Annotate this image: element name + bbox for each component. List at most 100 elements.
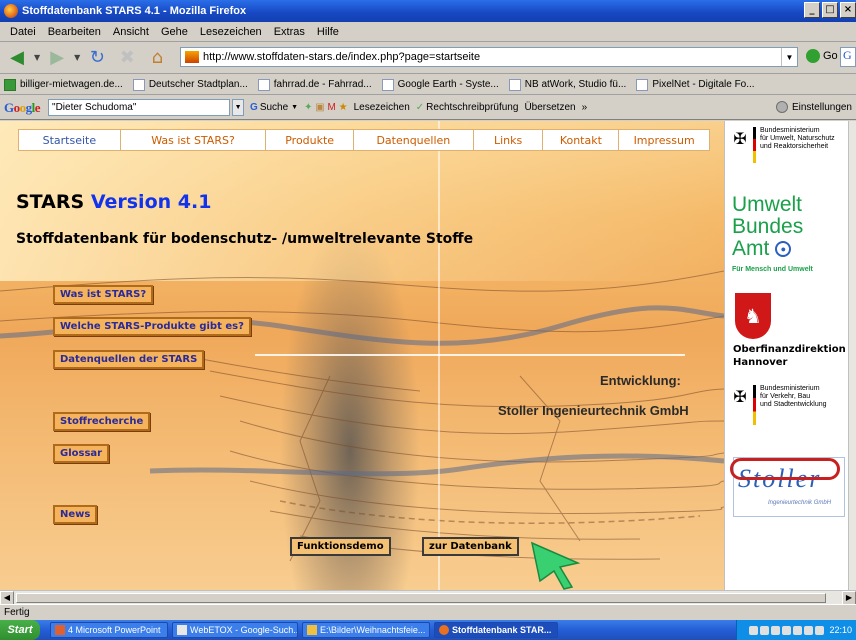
bookmark-label: billiger-mietwagen.de... xyxy=(20,79,123,90)
toolbar-overflow-button[interactable]: » xyxy=(582,102,588,113)
settings-icon xyxy=(775,101,788,113)
start-button[interactable]: Start xyxy=(0,620,40,640)
google-search-label: Suche xyxy=(259,102,289,113)
google-settings-button[interactable]: Einstellungen xyxy=(775,101,852,113)
bookmark-icon xyxy=(381,78,394,91)
uba-line-amt-row: Amt ● xyxy=(732,238,803,260)
entwicklung-label: Entwicklung: xyxy=(600,373,681,388)
stoffrecherche-button[interactable]: Stoffrecherche xyxy=(53,412,151,431)
tray-icon[interactable] xyxy=(760,625,770,635)
scroll-thumb[interactable] xyxy=(16,593,826,603)
forward-dropdown-icon[interactable]: ▼ xyxy=(74,53,80,62)
translate-button[interactable]: Übersetzen xyxy=(524,102,575,113)
bookmark-item[interactable]: Deutscher Stadtplan... xyxy=(132,78,248,91)
minimize-button[interactable]: _ xyxy=(804,2,820,18)
taskbar-item-label: E:\Bilder\Weihnachtsfeie... xyxy=(320,625,426,635)
ofd-line: Oberfinanzdirektion xyxy=(733,344,846,355)
folder-icon xyxy=(307,625,317,635)
bookmark-item[interactable]: billiger-mietwagen.de... xyxy=(4,78,123,91)
horizontal-scrollbar[interactable]: ◀ ▶ xyxy=(0,590,856,605)
tab-startseite[interactable]: Startseite xyxy=(19,130,121,150)
sponsor-logos: ✠ Bundesministerium für Umwelt, Natursch… xyxy=(724,121,848,590)
google-search-button[interactable]: G Suche ▼ xyxy=(250,102,298,113)
google-search-dropdown-icon[interactable]: ▼ xyxy=(232,99,245,116)
window-controls: _ □ × xyxy=(804,2,856,18)
ofd-logo[interactable]: Oberfinanzdirektion Hannover xyxy=(733,343,846,369)
german-flag-icon xyxy=(753,385,756,425)
tray-icon[interactable] xyxy=(793,625,803,635)
google-search-input[interactable]: "Dieter Schudoma" xyxy=(48,99,231,116)
tray-icon[interactable] xyxy=(749,625,759,635)
bookmark-item[interactable]: fahrrad.de - Fahrrad... xyxy=(257,78,372,91)
menu-datei[interactable]: Datei xyxy=(4,26,42,38)
go-icon xyxy=(806,49,820,63)
google-toolbar-icons[interactable]: ✦ ▣ M ★ xyxy=(304,102,348,113)
stoller-subtitle: Ingenieurtechnik GmbH xyxy=(768,500,832,506)
bookmark-label: Google Earth - Syste... xyxy=(397,79,499,90)
tab-was-ist-stars[interactable]: Was ist STARS? xyxy=(121,130,267,150)
menu-ansicht[interactable]: Ansicht xyxy=(107,26,155,38)
datenquellen-button[interactable]: Datenquellen der STARS xyxy=(53,350,205,369)
scroll-right-icon[interactable]: ▶ xyxy=(842,590,856,605)
menu-extras[interactable]: Extras xyxy=(268,26,311,38)
stars-produkte-button[interactable]: Welche STARS-Produkte gibt es? xyxy=(53,317,251,336)
tab-datenquellen[interactable]: Datenquellen xyxy=(354,130,474,150)
tray-icon[interactable] xyxy=(815,625,825,635)
menu-gehe[interactable]: Gehe xyxy=(155,26,194,38)
firefox-icon xyxy=(439,625,449,635)
taskbar-item-explorer[interactable]: E:\Bilder\Weihnachtsfeie... xyxy=(302,622,430,638)
address-bar[interactable]: http://www.stoffdaten-stars.de/index.php… xyxy=(180,47,798,67)
bookmark-label: PixelNet - Digitale Fo... xyxy=(652,79,755,90)
title-version: Version 4.1 xyxy=(90,191,212,213)
search-box[interactable]: G xyxy=(840,47,856,67)
tray-icon[interactable] xyxy=(782,625,792,635)
tab-kontakt[interactable]: Kontakt xyxy=(543,130,620,150)
menu-lesezeichen[interactable]: Lesezeichen xyxy=(194,26,268,38)
news-button[interactable]: News xyxy=(53,505,98,524)
tab-links[interactable]: Links xyxy=(474,130,544,150)
tray-icon[interactable] xyxy=(804,625,814,635)
reload-icon[interactable]: ↻ xyxy=(84,46,110,70)
bookmark-item[interactable]: PixelNet - Digitale Fo... xyxy=(636,78,755,91)
taskbar-item-firefox[interactable]: Stoffdatenbank STAR... xyxy=(434,622,558,638)
stop-icon[interactable]: ✖ xyxy=(114,46,140,70)
scroll-left-icon[interactable]: ◀ xyxy=(0,590,14,605)
tab-impressum[interactable]: Impressum xyxy=(619,130,709,150)
zur-datenbank-button[interactable]: zur Datenbank xyxy=(422,537,519,556)
system-tray: 22:10 xyxy=(736,620,856,640)
bmv-text: Bundesministerium für Verkehr, Bau und S… xyxy=(760,385,827,425)
bmv-logo[interactable]: ✠ Bundesministerium für Verkehr, Bau und… xyxy=(729,385,827,425)
back-arrow-icon[interactable]: ◀ xyxy=(4,46,30,70)
funktionsdemo-button[interactable]: Funktionsdemo xyxy=(290,537,391,556)
menu-bearbeiten[interactable]: Bearbeiten xyxy=(42,26,107,38)
close-button[interactable]: × xyxy=(840,2,856,18)
tab-produkte[interactable]: Produkte xyxy=(266,130,355,150)
clock[interactable]: 22:10 xyxy=(829,625,852,635)
taskbar-item-label: Stoffdatenbank STAR... xyxy=(452,625,552,635)
vertical-scrollbar[interactable] xyxy=(848,121,856,590)
was-ist-stars-button[interactable]: Was ist STARS? xyxy=(53,285,154,304)
address-dropdown-icon[interactable]: ▼ xyxy=(781,48,797,66)
back-dropdown-icon[interactable]: ▼ xyxy=(34,53,40,62)
maximize-button[interactable]: □ xyxy=(822,2,838,18)
forward-arrow-icon[interactable]: ▶ xyxy=(44,46,70,70)
menu-hilfe[interactable]: Hilfe xyxy=(311,26,345,38)
menubar: Datei Bearbeiten Ansicht Gehe Lesezeiche… xyxy=(0,22,856,42)
taskbar-item-webetox[interactable]: WebETOX - Google-Such... xyxy=(172,622,298,638)
home-icon[interactable]: ⌂ xyxy=(144,46,170,70)
bmu-line: und Reaktorsicherheit xyxy=(760,143,829,150)
bookmark-item[interactable]: NB atWork, Studio fü... xyxy=(508,78,626,91)
tray-icon[interactable] xyxy=(771,625,781,635)
bmu-logo[interactable]: ✠ Bundesministerium für Umwelt, Natursch… xyxy=(729,127,835,163)
taskbar-item-powerpoint[interactable]: 4 Microsoft PowerPoint xyxy=(50,622,168,638)
go-button[interactable]: Go xyxy=(806,49,838,63)
bookmark-item[interactable]: Google Earth - Syste... xyxy=(381,78,499,91)
navigation-toolbar: ◀ ▼ ▶ ▼ ↻ ✖ ⌂ http://www.stoffdaten-star… xyxy=(0,42,856,74)
uba-logo[interactable]: Umwelt Bundes Amt ● xyxy=(732,194,803,260)
google-bookmarks-button[interactable]: Lesezeichen xyxy=(354,102,410,113)
german-flag-icon xyxy=(753,127,756,163)
google-logo[interactable]: Google xyxy=(4,100,41,116)
browser-icon xyxy=(177,625,187,635)
glossar-button[interactable]: Glossar xyxy=(53,444,110,463)
spellcheck-button[interactable]: ✓ Rechtschreibprüfung xyxy=(416,102,519,113)
